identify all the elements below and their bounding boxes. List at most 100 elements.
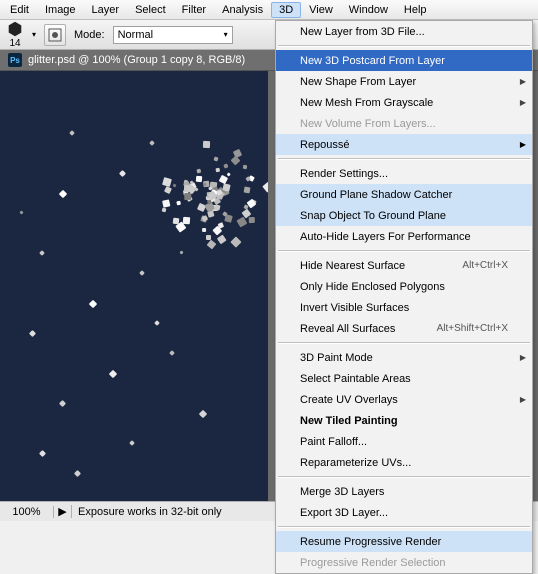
menu-separator <box>278 45 530 47</box>
glitter-particle <box>129 440 135 446</box>
menu-item-label: Invert Visible Surfaces <box>300 302 409 314</box>
menu-item[interactable]: Snap Object To Ground Plane <box>276 205 532 226</box>
menu-item[interactable]: 3D Paint Mode <box>276 347 532 368</box>
menu-item-label: Create UV Overlays <box>300 394 398 406</box>
menu-analysis[interactable]: Analysis <box>214 2 271 18</box>
menu-image[interactable]: Image <box>37 2 84 18</box>
menu-view[interactable]: View <box>301 2 341 18</box>
menu-item-label: Repoussé <box>300 139 350 151</box>
menu-edit[interactable]: Edit <box>2 2 37 18</box>
menu-item[interactable]: Invert Visible Surfaces <box>276 297 532 318</box>
menu-window[interactable]: Window <box>341 2 396 18</box>
glitter-particle <box>226 172 231 177</box>
menu-separator <box>278 250 530 252</box>
menu-item[interactable]: New Tiled Painting <box>276 410 532 431</box>
glitter-particle <box>173 184 177 188</box>
menu-item[interactable]: Hide Nearest Surface Alt+Ctrl+X <box>276 255 532 276</box>
menu-item[interactable]: New Shape From Layer <box>276 71 532 92</box>
glitter-particle <box>223 183 231 191</box>
menu-item[interactable]: Ground Plane Shadow Catcher <box>276 184 532 205</box>
glitter-particle <box>207 240 217 250</box>
blend-mode-select[interactable]: Normal ▾ <box>113 26 233 44</box>
menu-select[interactable]: Select <box>127 2 174 18</box>
menu-item-label: Auto-Hide Layers For Performance <box>300 231 471 243</box>
menu-shortcut: Alt+Shift+Ctrl+X <box>437 323 508 334</box>
glitter-particle <box>231 155 241 165</box>
3d-menu-dropdown: New Layer from 3D File... New 3D Postcard… <box>275 20 533 574</box>
menubar: EditImageLayerSelectFilterAnalysis3DView… <box>0 0 538 20</box>
menu-item[interactable]: Merge 3D Layers <box>276 481 532 502</box>
glitter-particle <box>119 170 126 177</box>
menu-item-label: Reveal All Surfaces <box>300 323 395 335</box>
menu-item-label: New 3D Postcard From Layer <box>300 55 445 67</box>
menu-item-label: Hide Nearest Surface <box>300 260 405 272</box>
menu-separator <box>278 342 530 344</box>
menu-item[interactable]: Repoussé <box>276 134 532 155</box>
glitter-particle <box>89 300 97 308</box>
caret-down-icon[interactable]: ▾ <box>32 30 36 39</box>
menu-help[interactable]: Help <box>396 2 435 18</box>
menu-3d[interactable]: 3D <box>271 2 301 18</box>
glitter-particle <box>249 217 255 223</box>
menu-item[interactable]: Select Paintable Areas <box>276 368 532 389</box>
zoom-level[interactable]: 100% <box>0 506 54 518</box>
menu-item[interactable]: New 3D Postcard From Layer <box>276 50 532 71</box>
glitter-particle <box>39 250 45 256</box>
menu-separator <box>278 526 530 528</box>
play-icon[interactable]: ▶ <box>54 505 72 518</box>
glitter-particle <box>154 320 160 326</box>
glitter-particle <box>176 201 180 205</box>
menu-item[interactable]: Render Settings... <box>276 163 532 184</box>
glitter-particle <box>19 210 23 214</box>
menu-item-label: 3D Paint Mode <box>300 352 373 364</box>
glitter-particle <box>172 218 179 225</box>
menu-item-label: Only Hide Enclosed Polygons <box>300 281 445 293</box>
menu-item: New Volume From Layers... <box>276 113 532 134</box>
menu-item[interactable]: Resume Progressive Render <box>276 531 532 552</box>
menu-item-label: Paint Falloff... <box>300 436 367 448</box>
glitter-particle <box>183 217 190 224</box>
menu-item-label: New Mesh From Grayscale <box>300 97 433 109</box>
glitter-particle <box>199 410 207 418</box>
glitter-particle <box>169 350 175 356</box>
document-title: glitter.psd @ 100% (Group 1 copy 8, RGB/… <box>28 54 245 66</box>
menu-item: Progressive Render Selection <box>276 552 532 573</box>
glitter-particle <box>196 202 206 212</box>
menu-item-label: Select Paintable Areas <box>300 373 411 385</box>
glitter-particle <box>244 186 251 193</box>
menu-item[interactable]: Reveal All Surfaces Alt+Shift+Ctrl+X <box>276 318 532 339</box>
glitter-particle <box>162 208 167 213</box>
menu-item-label: New Shape From Layer <box>300 76 416 88</box>
glitter-particle <box>206 235 211 240</box>
glitter-particle <box>237 217 248 228</box>
glitter-particle <box>263 181 268 192</box>
menu-item[interactable]: Paint Falloff... <box>276 431 532 452</box>
brush-icon <box>48 28 62 42</box>
menu-item-label: Ground Plane Shadow Catcher <box>300 189 452 201</box>
menu-item[interactable]: Auto-Hide Layers For Performance <box>276 226 532 247</box>
menu-item[interactable]: Only Hide Enclosed Polygons <box>276 276 532 297</box>
hexagon-icon <box>6 20 24 38</box>
menu-item[interactable]: New Mesh From Grayscale <box>276 92 532 113</box>
menu-layer[interactable]: Layer <box>84 2 128 18</box>
document-canvas[interactable] <box>0 71 268 501</box>
glitter-particle <box>203 141 211 149</box>
menu-item-label: Progressive Render Selection <box>300 557 446 569</box>
menu-item[interactable]: Create UV Overlays <box>276 389 532 410</box>
menu-item[interactable]: Export 3D Layer... <box>276 502 532 523</box>
brush-panel-button[interactable] <box>44 24 66 46</box>
glitter-particle <box>162 200 170 208</box>
glitter-particle <box>59 400 66 407</box>
menu-item[interactable]: Reparameterize UVs... <box>276 452 532 473</box>
caret-down-icon: ▾ <box>224 30 228 39</box>
menu-shortcut: Alt+Ctrl+X <box>462 260 508 271</box>
glitter-particle <box>197 168 202 173</box>
mode-label: Mode: <box>74 29 105 41</box>
tool-preset[interactable]: 14 <box>6 20 24 49</box>
menu-item[interactable]: New Layer from 3D File... <box>276 21 532 42</box>
menu-separator <box>278 476 530 478</box>
ps-icon: Ps <box>8 53 22 67</box>
menu-item-label: Merge 3D Layers <box>300 486 384 498</box>
menu-filter[interactable]: Filter <box>174 2 214 18</box>
glitter-particle <box>243 164 248 169</box>
